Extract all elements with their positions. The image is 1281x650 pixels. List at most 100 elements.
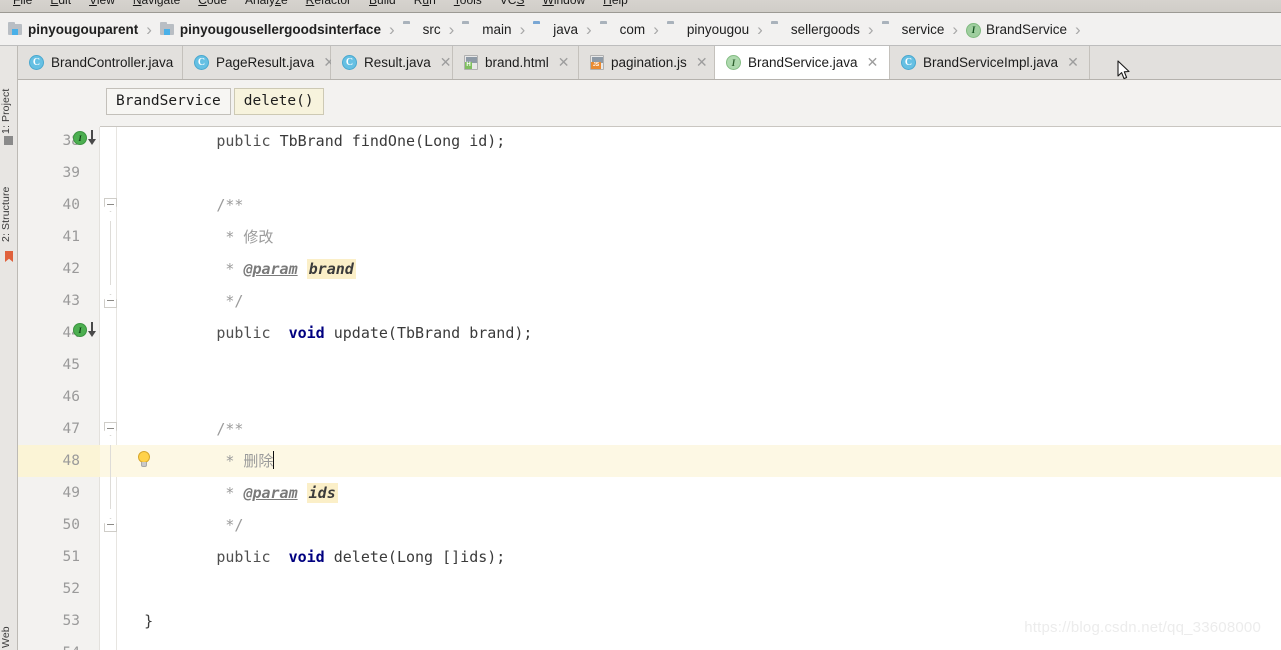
code-text: public void update(TbBrand brand); <box>216 324 533 342</box>
editor-tab-pageresult-java[interactable]: C PageResult.java ✕ <box>183 46 335 79</box>
close-icon[interactable]: ✕ <box>440 56 452 70</box>
editor-tab-result-java[interactable]: C Result.java ✕ <box>331 46 453 79</box>
menu-item-code[interactable]: Code <box>189 0 236 12</box>
sidebar-item-structure[interactable]: 2: Structure <box>0 146 18 242</box>
sidebar-item-project[interactable]: 1: Project <box>0 50 18 134</box>
fold-marker-down[interactable] <box>104 422 117 436</box>
implemented-method-icon[interactable]: I <box>73 322 103 339</box>
code-line-43[interactable]: 43 */ <box>18 285 1281 317</box>
breadcrumb-item-com[interactable]: com <box>598 13 648 46</box>
mouse-cursor <box>1117 60 1131 81</box>
java-class-icon: C <box>194 55 209 70</box>
close-icon[interactable]: ✕ <box>696 56 708 70</box>
java-class-icon: C <box>901 55 916 70</box>
editor-tab-label: BrandServiceImpl.java <box>923 55 1059 70</box>
line-number: 44 <box>62 325 80 341</box>
fold-region-line <box>110 253 111 285</box>
breadcrumb-separator-icon: › <box>388 19 395 39</box>
editor-tab-pagination-js[interactable]: pagination.js ✕ <box>579 46 715 79</box>
interface-icon: I <box>966 22 981 38</box>
html-file-icon <box>464 55 478 70</box>
code-line-48[interactable]: 48 * 删除 <box>18 445 1281 477</box>
code-text: */ <box>216 516 244 534</box>
breadcrumb-item-sellergoods[interactable]: sellergoods <box>769 13 862 46</box>
editor-tab-bar: CBrandController.java✕CPageResult.java✕C… <box>18 46 1281 80</box>
folder-icon <box>667 23 682 36</box>
menu-item-edit[interactable]: Edit <box>41 0 80 12</box>
sidebar-item-web[interactable]: Web <box>0 608 18 648</box>
code-line-49[interactable]: 49 * @param ids <box>18 477 1281 509</box>
menu-bar: File Edit View Navigate Code Analyze Refactor B… <box>0 0 1281 13</box>
menu-item-vcs[interactable]: VCS <box>491 0 534 12</box>
line-number: 46 <box>62 389 80 405</box>
line-number: 40 <box>62 197 80 213</box>
editor-tab-brandcontroller-java[interactable]: CBrandController.java✕ <box>18 46 194 79</box>
editor-tab-label: pagination.js <box>611 55 687 70</box>
fold-marker-up[interactable] <box>104 294 117 308</box>
code-line-54[interactable]: 54 <box>18 637 1281 650</box>
code-text: } <box>144 612 154 630</box>
line-number: 50 <box>62 517 80 533</box>
breadcrumb-separator-icon: › <box>519 19 526 39</box>
menu-item-navigate[interactable]: Navigate <box>124 0 189 12</box>
breadcrumb-item-main[interactable]: main <box>460 13 513 46</box>
breadcrumb-label: pinyougou <box>686 21 750 37</box>
editor-tab-label: BrandService.java <box>748 55 858 70</box>
menu-item-build[interactable]: Build <box>360 0 405 12</box>
menu-item-view[interactable]: View <box>80 0 124 12</box>
module-icon <box>8 21 23 36</box>
code-line-38[interactable]: 38 I public TbBrand findOne(Long id); <box>18 127 1281 157</box>
menu-item-refactor[interactable]: Refactor <box>297 0 360 12</box>
editor-tab-brandserviceimpl-java[interactable]: C BrandServiceImpl.java ✕ <box>890 46 1090 79</box>
breadcrumb-item-pinyougou[interactable]: pinyougou <box>665 13 751 46</box>
code-line-41[interactable]: 41 * 修改 <box>18 221 1281 253</box>
breadcrumb-item-pinyougousellergoodsinterface[interactable]: pinyougousellergoodsinterface <box>158 13 383 46</box>
fold-marker-up[interactable] <box>104 518 117 532</box>
close-icon[interactable]: ✕ <box>1067 56 1079 70</box>
breadcrumb-label: service <box>901 21 945 37</box>
fold-marker-down[interactable] <box>104 198 117 212</box>
code-line-40[interactable]: 40 /** <box>18 189 1281 221</box>
menu-item-tools[interactable]: Tools <box>445 0 491 12</box>
breadcrumb-item-pinyougouparent[interactable]: pinyougouparent <box>6 13 140 46</box>
code-line-42[interactable]: 42 * @param brand <box>18 253 1281 285</box>
java-class-icon: C <box>29 55 44 70</box>
code-editor[interactable]: 38 I public TbBrand findOne(Long id); 39 40… <box>18 127 1281 650</box>
folder-icon <box>771 23 786 36</box>
breadcrumb-label: BrandService <box>986 21 1068 37</box>
text-caret <box>273 451 275 469</box>
code-line-52[interactable]: 52 <box>18 573 1281 605</box>
menu-item-file[interactable]: File <box>4 0 41 12</box>
breadcrumb-item-service[interactable]: service <box>880 13 947 46</box>
close-icon[interactable]: ✕ <box>558 56 570 70</box>
code-line-46[interactable]: 46 <box>18 381 1281 413</box>
close-icon[interactable]: ✕ <box>867 56 879 70</box>
editor-tab-brand-html[interactable]: brand.html ✕ <box>453 46 579 79</box>
breadcrumb-separator-icon: › <box>586 19 592 39</box>
bookmark-icon[interactable] <box>3 251 15 265</box>
line-number: 47 <box>62 421 80 437</box>
code-line-39[interactable]: 39 <box>18 157 1281 189</box>
code-text: * @param brand <box>216 259 356 279</box>
structure-crumb-delete[interactable]: delete() <box>233 88 324 116</box>
structure-crumb-brandservice[interactable]: BrandService <box>106 88 231 116</box>
editor-tab-brandservice-java[interactable]: I BrandService.java ✕ <box>715 46 890 79</box>
code-line-51[interactable]: 51 public void delete(Long []ids); <box>18 541 1281 573</box>
menu-item-window[interactable]: Window <box>533 0 594 12</box>
breadcrumb-item-brandservice[interactable]: I BrandService <box>964 13 1069 46</box>
menu-item-help[interactable]: Help <box>594 0 637 12</box>
editor-tab-label: Result.java <box>364 55 431 70</box>
implemented-method-icon[interactable]: I <box>73 130 103 147</box>
breadcrumb-label: pinyougouparent <box>28 21 139 37</box>
code-line-45[interactable]: 45 <box>18 349 1281 381</box>
line-number: 49 <box>62 485 80 501</box>
code-line-50[interactable]: 50 */ <box>18 509 1281 541</box>
menu-item-run[interactable]: Run <box>405 0 445 12</box>
navigation-breadcrumb-bar[interactable]: pinyougouparent › pinyougousellergoodsinte… <box>0 13 1281 46</box>
code-text: */ <box>216 292 244 310</box>
breadcrumb-item-java[interactable]: java <box>531 13 580 46</box>
code-line-47[interactable]: 47 /** <box>18 413 1281 445</box>
breadcrumb-item-src[interactable]: src <box>401 13 443 46</box>
menu-item-analyze[interactable]: Analyze <box>236 0 297 12</box>
code-line-44[interactable]: 44 I public void update(TbBrand brand); <box>18 317 1281 349</box>
